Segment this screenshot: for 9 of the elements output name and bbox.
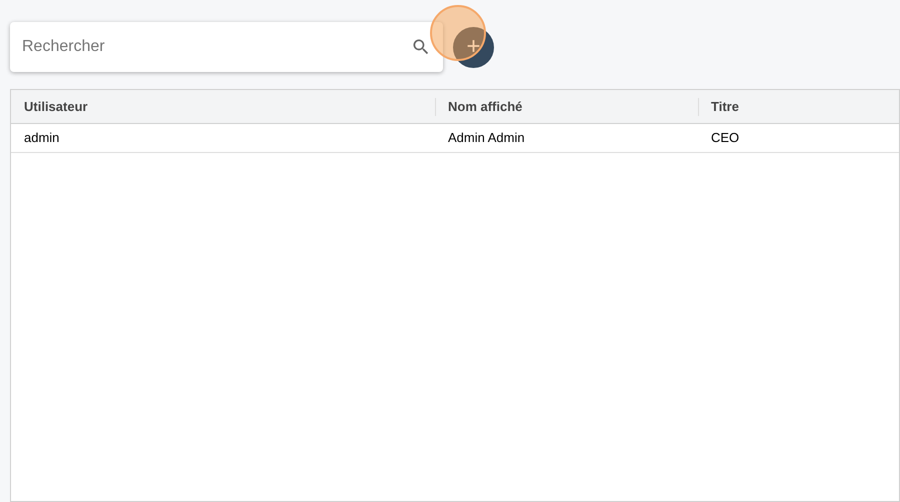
search-field[interactable]: Rechercher bbox=[10, 22, 443, 72]
column-header[interactable]: Utilisateur bbox=[24, 96, 88, 116]
table-cell-text: admin bbox=[23, 129, 60, 148]
search-icon[interactable] bbox=[411, 37, 431, 57]
table-cell-text: Admin Admin bbox=[447, 129, 526, 148]
column-header[interactable]: Nom affiché bbox=[448, 96, 522, 116]
column-header[interactable]: Titre bbox=[711, 96, 739, 116]
table-cell-text: CEO bbox=[710, 129, 740, 148]
table-row[interactable]: admin Admin Admin CEO bbox=[11, 124, 899, 153]
